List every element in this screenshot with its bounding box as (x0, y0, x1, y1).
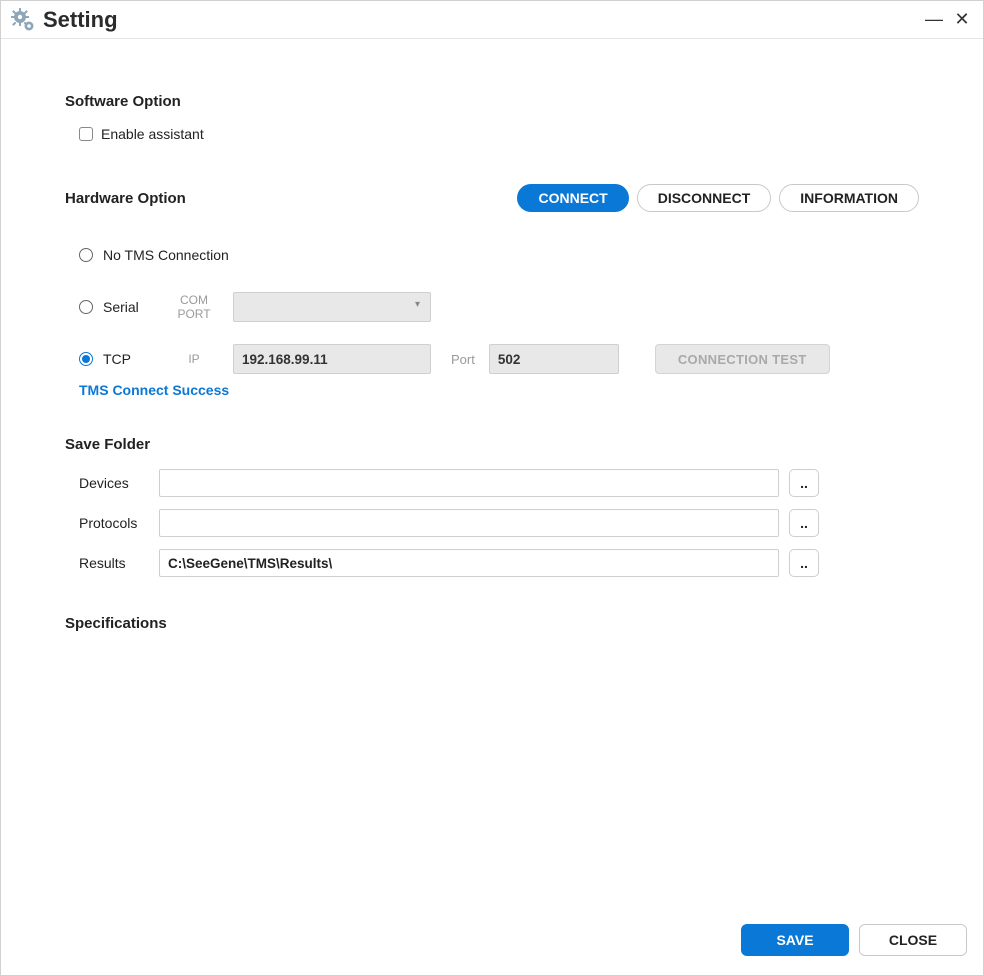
software-option-section: Software Option Enable assistant (65, 93, 919, 142)
no-tms-connection-radio[interactable] (79, 248, 93, 262)
connect-button[interactable]: CONNECT (517, 184, 628, 212)
disconnect-button[interactable]: DISCONNECT (637, 184, 772, 212)
enable-assistant-label: Enable assistant (101, 126, 204, 142)
protocols-folder-input[interactable] (159, 509, 779, 537)
save-folder-heading: Save Folder (65, 436, 919, 453)
window-title: Setting (43, 7, 919, 33)
no-tms-connection-label: No TMS Connection (103, 247, 229, 263)
software-option-heading: Software Option (65, 93, 919, 110)
no-tms-connection-row[interactable]: No TMS Connection (79, 240, 919, 270)
results-folder-label: Results (79, 555, 159, 571)
results-folder-row: Results C:\SeeGene\TMS\Results\ .. (79, 549, 919, 577)
hardware-option-header: Hardware Option CONNECT DISCONNECT INFOR… (65, 184, 919, 212)
serial-label: Serial (103, 299, 169, 315)
devices-folder-label: Devices (79, 475, 159, 491)
connection-mode-group: No TMS Connection Serial COM PORT TCP IP… (65, 240, 919, 398)
serial-radio[interactable] (79, 300, 93, 314)
protocols-folder-browse-button[interactable]: .. (789, 509, 819, 537)
tcp-radio[interactable] (79, 352, 93, 366)
ip-label: IP (169, 352, 219, 366)
save-folder-section: Save Folder Devices .. Protocols .. Resu… (65, 436, 919, 577)
save-button[interactable]: SAVE (741, 924, 849, 956)
devices-folder-browse-button[interactable]: .. (789, 469, 819, 497)
minimize-button[interactable]: — (921, 7, 947, 33)
close-button[interactable]: CLOSE (859, 924, 967, 956)
protocols-folder-label: Protocols (79, 515, 159, 531)
com-port-select[interactable] (233, 292, 431, 322)
com-port-label: COM PORT (169, 293, 219, 322)
enable-assistant-row[interactable]: Enable assistant (65, 126, 919, 142)
dialog-footer: SAVE CLOSE (1, 917, 983, 975)
connection-status-message: TMS Connect Success (79, 382, 919, 398)
hardware-button-group: CONNECT DISCONNECT INFORMATION (517, 184, 919, 212)
connection-test-button[interactable]: CONNECTION TEST (655, 344, 830, 374)
devices-folder-row: Devices .. (79, 469, 919, 497)
close-window-button[interactable]: ✕ (949, 7, 975, 33)
settings-window: Setting — ✕ Software Option Enable assis… (0, 0, 984, 976)
ip-input[interactable]: 192.168.99.11 (233, 344, 431, 374)
port-input[interactable]: 502 (489, 344, 619, 374)
settings-gear-icon (9, 6, 37, 34)
tcp-label: TCP (103, 351, 169, 367)
titlebar: Setting — ✕ (1, 1, 983, 39)
tcp-connection-row[interactable]: TCP IP 192.168.99.11 Port 502 CONNECTION… (79, 344, 919, 374)
specifications-heading: Specifications (65, 615, 919, 632)
protocols-folder-row: Protocols .. (79, 509, 919, 537)
enable-assistant-checkbox[interactable] (79, 127, 93, 141)
results-folder-browse-button[interactable]: .. (789, 549, 819, 577)
port-label: Port (451, 352, 475, 367)
results-folder-input[interactable]: C:\SeeGene\TMS\Results\ (159, 549, 779, 577)
hardware-option-heading: Hardware Option (65, 190, 186, 207)
devices-folder-input[interactable] (159, 469, 779, 497)
serial-connection-row[interactable]: Serial COM PORT (79, 292, 919, 322)
information-button[interactable]: INFORMATION (779, 184, 919, 212)
settings-content: Software Option Enable assistant Hardwar… (1, 39, 983, 917)
